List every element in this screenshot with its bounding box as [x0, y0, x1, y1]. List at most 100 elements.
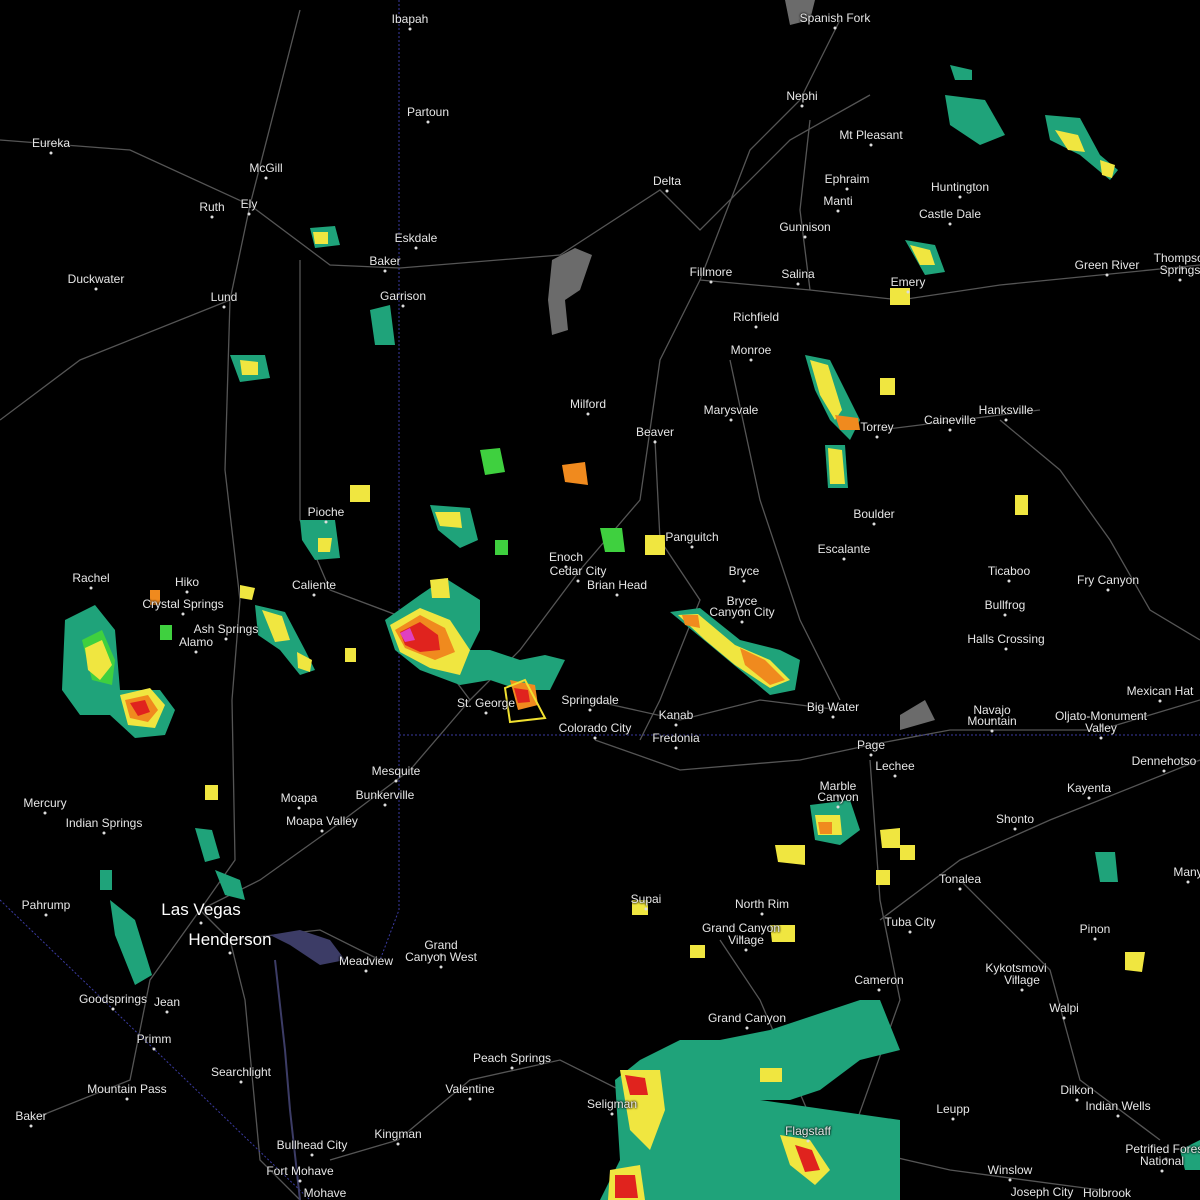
radar-map[interactable]: Ibapah Spanish Fork Nephi Partoun Eureka Mt P…	[0, 0, 1200, 1200]
place-label: Torrey	[860, 420, 894, 434]
place-label: Leupp	[936, 1102, 970, 1116]
place-dot	[194, 650, 198, 654]
place-dot	[264, 176, 268, 180]
place-label: Bullhead City	[276, 1138, 348, 1152]
place-dot	[588, 708, 592, 712]
place-label: Peach Springs	[472, 1051, 552, 1065]
place-dot	[239, 1080, 243, 1084]
place-label: Goodsprings	[78, 992, 148, 1006]
place-dot	[165, 1010, 169, 1014]
place-dot	[1003, 613, 1007, 617]
place-dot	[908, 930, 912, 934]
place-dot	[1087, 796, 1091, 800]
place-label: Pioche	[307, 505, 345, 519]
place-dot	[1158, 699, 1162, 703]
place-dot	[111, 1007, 115, 1011]
place-label: Village	[728, 933, 764, 947]
place-dot	[43, 811, 47, 815]
place-label: Caliente	[291, 578, 337, 592]
place-dot	[1004, 418, 1008, 422]
place-dot	[576, 579, 580, 583]
place-dot	[948, 222, 952, 226]
place-label: Seligman	[586, 1097, 638, 1111]
place-label: Primm	[136, 1032, 172, 1046]
place-label: Crystal Springs	[142, 597, 224, 611]
place-label: Moapa	[280, 791, 318, 805]
place-dot	[298, 1179, 302, 1183]
place-dot	[468, 1097, 472, 1101]
place-label: Springdale	[561, 693, 619, 707]
place-label: Ephraim	[824, 172, 870, 186]
place-label: McGill	[249, 161, 283, 175]
place-label: Manti	[823, 194, 853, 208]
place-label: Lechee	[875, 759, 915, 773]
lake-mead	[270, 930, 345, 965]
place-dot	[806, 1139, 810, 1143]
place-dot	[709, 280, 713, 284]
place-label: Henderson	[188, 930, 272, 949]
place-dot	[869, 753, 873, 757]
place-label: Pahrump	[21, 898, 71, 912]
place-label: Delta	[652, 174, 682, 188]
place-dot	[836, 209, 840, 213]
place-dot	[831, 715, 835, 719]
place-dot	[653, 440, 657, 444]
place-label: Mountain Pass	[87, 1082, 167, 1096]
place-dot	[674, 723, 678, 727]
place-dot	[948, 428, 952, 432]
place-dot	[1186, 880, 1190, 884]
place-dot	[247, 212, 251, 216]
place-label: Fredonia	[652, 731, 700, 745]
place-label: Ely	[240, 197, 258, 211]
place-dot	[1004, 647, 1008, 651]
place-label: Halls Crossing	[967, 632, 1045, 646]
place-dot	[210, 215, 214, 219]
place-label: Marysvale	[703, 403, 759, 417]
place-label: Cedar City	[549, 564, 607, 578]
place-label: Bullfrog	[984, 598, 1026, 612]
place-dot	[644, 907, 648, 911]
place-dot	[893, 774, 897, 778]
place-label: Meadview	[338, 954, 394, 968]
place-label: Holbrook	[1082, 1186, 1132, 1200]
place-dot	[729, 418, 733, 422]
place-dot	[401, 304, 405, 308]
place-dot	[383, 269, 387, 273]
place-label: Gunnison	[779, 220, 831, 234]
place-dot	[845, 187, 849, 191]
place-dot	[383, 803, 387, 807]
place-label: Ibapah	[391, 12, 429, 26]
place-dot	[484, 711, 488, 715]
place-dot	[364, 969, 368, 973]
place-dot	[875, 435, 879, 439]
place-label: Canyon City	[709, 605, 775, 619]
place-label: Flagstaff	[785, 1124, 831, 1138]
place-dot	[674, 746, 678, 750]
place-dot	[690, 545, 694, 549]
place-label: Colorado City	[558, 721, 632, 735]
place-label: Supai	[630, 892, 662, 906]
place-label: Winslow	[987, 1163, 1033, 1177]
place-label: Village	[1004, 973, 1040, 987]
place-dot	[593, 736, 597, 740]
place-dot	[49, 151, 53, 155]
place-label: Mountain	[967, 714, 1017, 728]
place-label: Eskdale	[394, 231, 438, 245]
place-dot	[742, 579, 746, 583]
place-label: Fry Canyon	[1076, 573, 1140, 587]
place-dot	[610, 1112, 614, 1116]
place-dot	[29, 1124, 33, 1128]
place-label: Bunkerville	[355, 788, 415, 802]
place-dot	[102, 831, 106, 835]
place-label: Escalante	[817, 542, 871, 556]
place-label: Nephi	[786, 89, 818, 103]
place-dot	[1075, 1098, 1079, 1102]
place-label: Valley	[1085, 721, 1117, 735]
place-dot	[228, 951, 232, 955]
place-label: Canyon	[817, 790, 859, 804]
place-label: Spanish Fork	[799, 11, 871, 25]
place-dot	[1105, 273, 1109, 277]
place-label: Joseph City	[1010, 1185, 1074, 1199]
place-dot	[796, 282, 800, 286]
place-label: Fillmore	[689, 265, 733, 279]
